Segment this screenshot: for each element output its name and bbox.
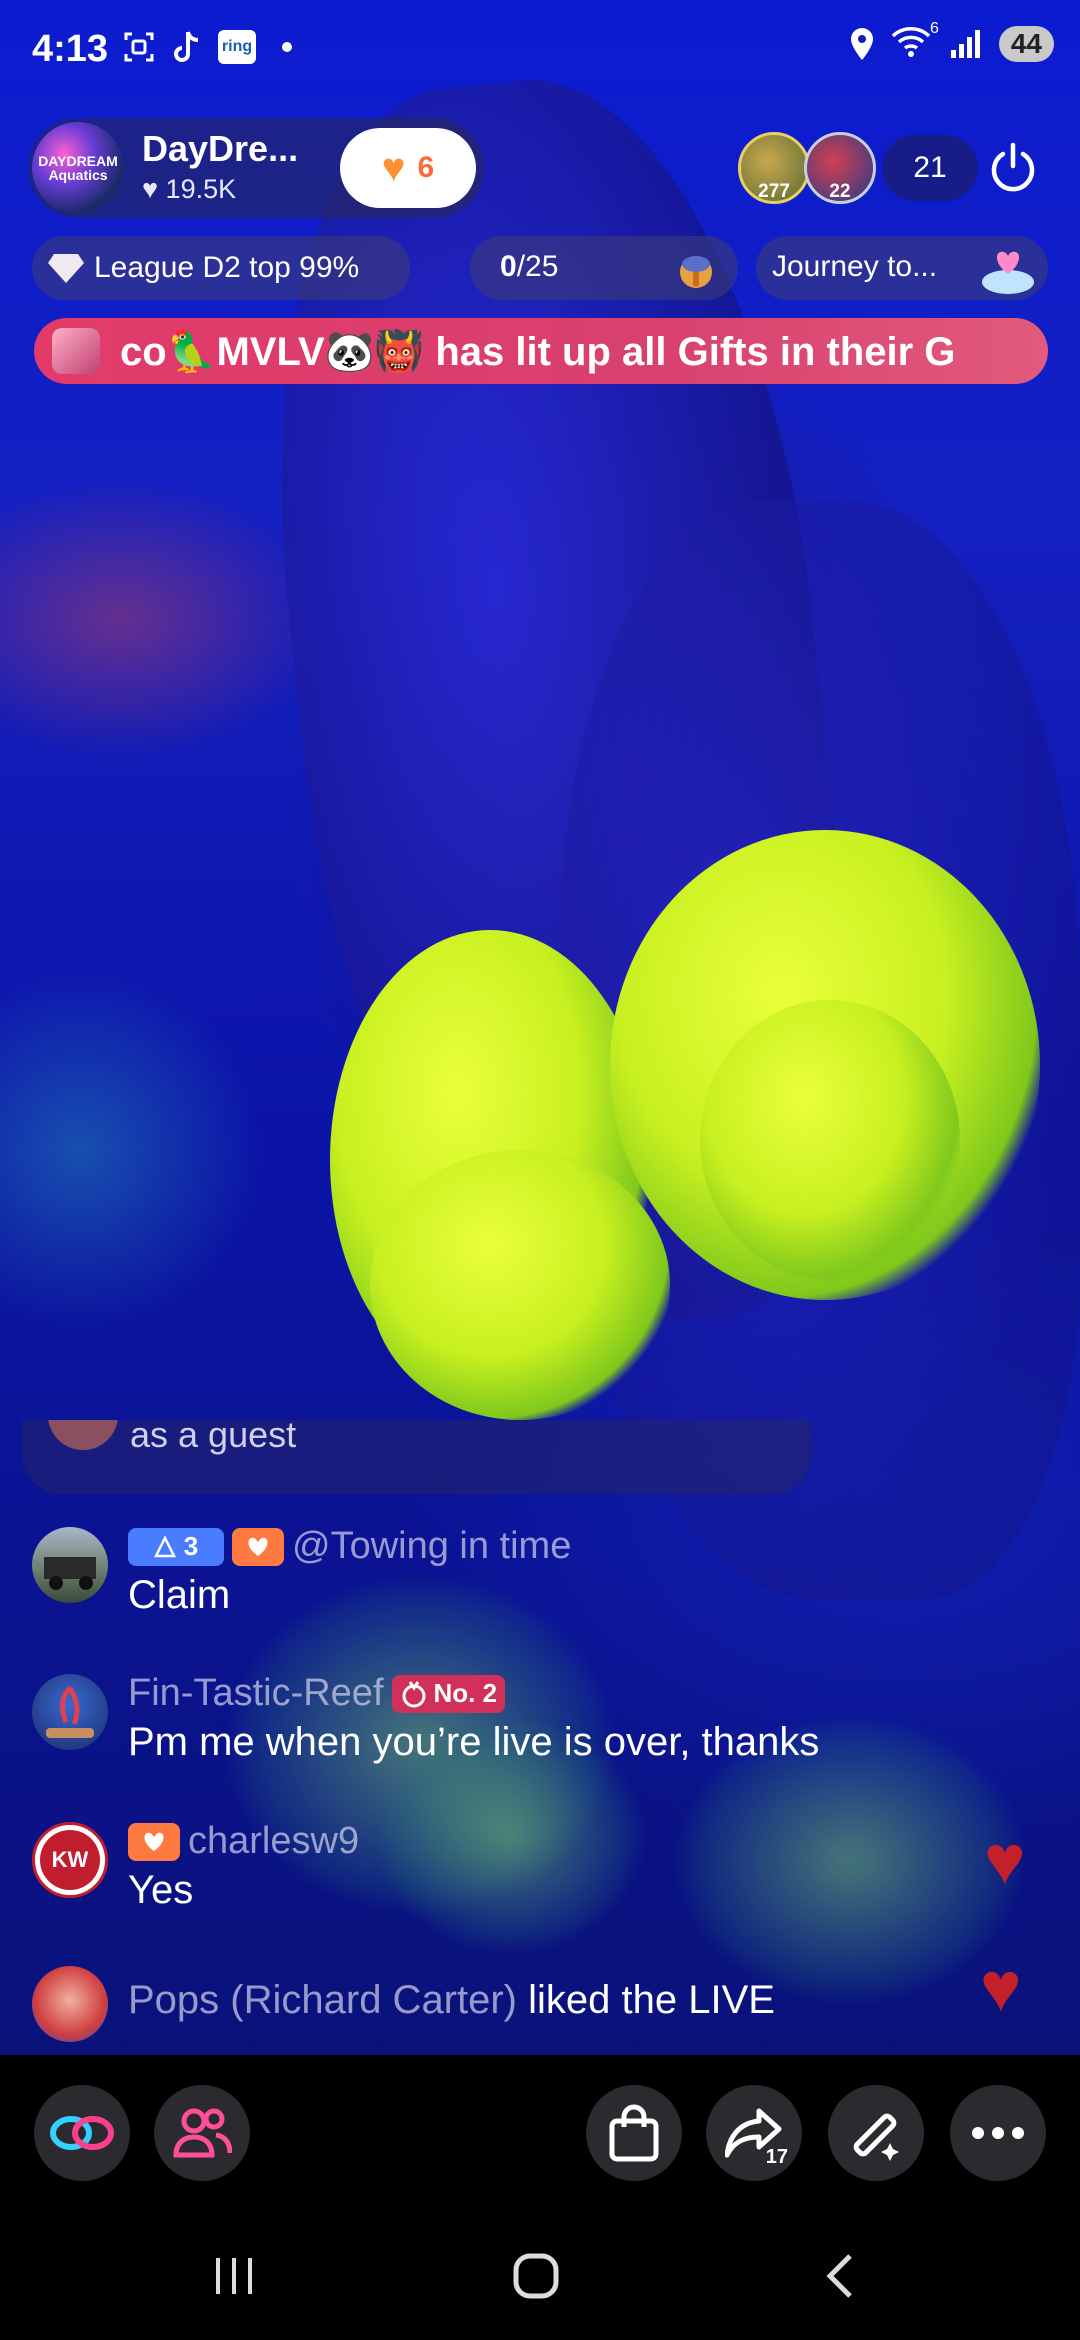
chat-avatar[interactable] xyxy=(32,1527,108,1603)
back-button[interactable] xyxy=(810,2246,870,2306)
banner-text: co🦜MVLV🐼👹 has lit up all Gifts in their … xyxy=(120,330,956,374)
follow-count: 6 xyxy=(417,151,435,184)
league-label: League D2 top 99% xyxy=(94,251,360,284)
magic-wand-icon xyxy=(853,2113,899,2161)
league-badge[interactable]: League D2 top 99% xyxy=(32,236,410,300)
share-button[interactable]: 17 xyxy=(706,2085,802,2181)
host-avatar[interactable]: DAYDREAM Aquatics xyxy=(32,122,124,214)
back-icon xyxy=(826,2254,852,2298)
like-event-text: Pops (Richard Carter) liked the LIVE xyxy=(128,1978,775,2023)
goal-progress-text: 0/25 xyxy=(500,250,558,284)
share-count: 17 xyxy=(765,2146,788,2168)
location-icon xyxy=(850,28,873,60)
chat-header: 3 @Towing in time xyxy=(128,1525,571,1568)
viewer-avatar[interactable]: 277 xyxy=(738,132,810,204)
heart-cloud-icon xyxy=(978,238,1038,298)
gem-icon xyxy=(52,328,100,374)
chat-username[interactable]: @Towing in time xyxy=(292,1525,571,1568)
signal-icon xyxy=(950,30,980,58)
tiktok-icon xyxy=(170,30,204,64)
heart-icon xyxy=(144,1832,164,1851)
recent-apps-button[interactable] xyxy=(204,2246,264,2306)
chat-text: Pm me when you’re live is over, thanks xyxy=(128,1720,820,1764)
system-icons: 6 44 xyxy=(847,20,1054,62)
effects-button[interactable] xyxy=(828,2085,924,2181)
like-event-label: liked the LIVE xyxy=(517,1978,775,2022)
more-button[interactable] xyxy=(950,2085,1046,2181)
chat-username[interactable]: charlesw9 xyxy=(188,1820,359,1863)
people-icon xyxy=(173,2108,232,2158)
chat-username[interactable]: Pops (Richard Carter) xyxy=(128,1978,517,2022)
chat-text: Yes xyxy=(128,1868,194,1912)
heart-icon: ♥ xyxy=(142,174,159,204)
chat-guest-text: as a guest xyxy=(130,1420,297,1455)
heart-icon xyxy=(248,1537,268,1556)
chat-guest-message: as a guest xyxy=(22,1420,812,1494)
gift-icon xyxy=(670,242,722,294)
system-navigation-bar xyxy=(0,2210,1080,2340)
goal-current: 0 xyxy=(500,250,517,283)
top-viewers[interactable]: 277 22 21 xyxy=(738,132,978,204)
rank-label: No. 2 xyxy=(433,1678,498,1708)
goal-progress[interactable]: 0/25 xyxy=(470,236,738,300)
screenshot-icon xyxy=(122,30,156,64)
recents-icon xyxy=(216,2258,252,2294)
chat-header: charlesw9 xyxy=(128,1820,359,1863)
status-time: 4:13 xyxy=(32,28,109,70)
status-bar: 4:13 ring 6 44 xyxy=(0,0,1080,100)
multi-guest-button[interactable] xyxy=(34,2085,130,2181)
dot-icon xyxy=(270,30,304,64)
fan-badge xyxy=(128,1822,180,1861)
chat-avatar xyxy=(48,1420,118,1450)
goal-total: /25 xyxy=(516,250,559,283)
viewer-avatar[interactable]: 22 xyxy=(804,132,876,204)
battery-indicator: 44 xyxy=(998,26,1054,62)
fan-badge xyxy=(232,1527,284,1566)
shopping-bag-icon xyxy=(609,2104,659,2162)
follow-button[interactable]: ♥ 6 xyxy=(340,128,476,208)
home-icon xyxy=(513,2253,559,2299)
bottom-toolbar: 17 xyxy=(0,2055,1080,2210)
avatar-initials: KW xyxy=(40,1830,100,1890)
host-avatar-logo: DAYDREAM Aquatics xyxy=(38,153,118,183)
power-icon[interactable] xyxy=(986,140,1040,194)
wifi-icon: 6 xyxy=(891,20,939,62)
diamond-icon xyxy=(48,254,84,283)
wifi-label: 6 xyxy=(929,20,939,37)
journey-label: Journey to... xyxy=(772,250,938,283)
shop-button[interactable] xyxy=(586,2085,682,2181)
level-badge: 3 xyxy=(128,1527,224,1566)
home-button[interactable] xyxy=(506,2246,566,2306)
viewer-count[interactable]: 21 xyxy=(882,135,978,201)
host-info[interactable]: DAYDREAM Aquatics DayDre... ♥ 19.5K ♥ 6 xyxy=(28,118,484,218)
medal-icon xyxy=(402,1680,425,1707)
floating-heart-icon: ♥ xyxy=(980,1948,1022,2026)
more-icon xyxy=(972,2127,1024,2139)
chat-text: Claim xyxy=(128,1573,231,1617)
ring-icon: ring xyxy=(218,30,256,64)
notification-icons: ring xyxy=(122,30,304,64)
journey-button[interactable]: Journey to... xyxy=(756,236,1048,300)
chat-avatar[interactable]: KW xyxy=(32,1822,108,1898)
host-likes-count: 19.5K xyxy=(165,174,237,204)
chat-avatar[interactable] xyxy=(32,1966,108,2042)
ring-label: ring xyxy=(221,38,253,55)
floating-heart-icon: ♥ xyxy=(984,1821,1026,1899)
host-likes: ♥ 19.5K xyxy=(142,174,236,205)
level-number: 3 xyxy=(183,1531,199,1561)
rank-badge: No. 2 xyxy=(391,1674,506,1713)
heart-icon: ♥ xyxy=(381,146,406,190)
link-icon xyxy=(50,2116,114,2150)
gift-announcement-banner[interactable]: co🦜MVLV🐼👹 has lit up all Gifts in their … xyxy=(34,318,1048,384)
viewer-rank-badge: 22 xyxy=(829,181,851,202)
host-name: DayDre... xyxy=(142,128,299,169)
guests-button[interactable] xyxy=(154,2085,250,2181)
chat-header: Fin-Tastic-Reef No. 2 xyxy=(128,1672,506,1715)
chat-username[interactable]: Fin-Tastic-Reef xyxy=(128,1672,384,1715)
viewer-rank-badge: 277 xyxy=(758,181,790,202)
chat-avatar[interactable] xyxy=(32,1674,108,1750)
level-icon xyxy=(153,1535,176,1557)
